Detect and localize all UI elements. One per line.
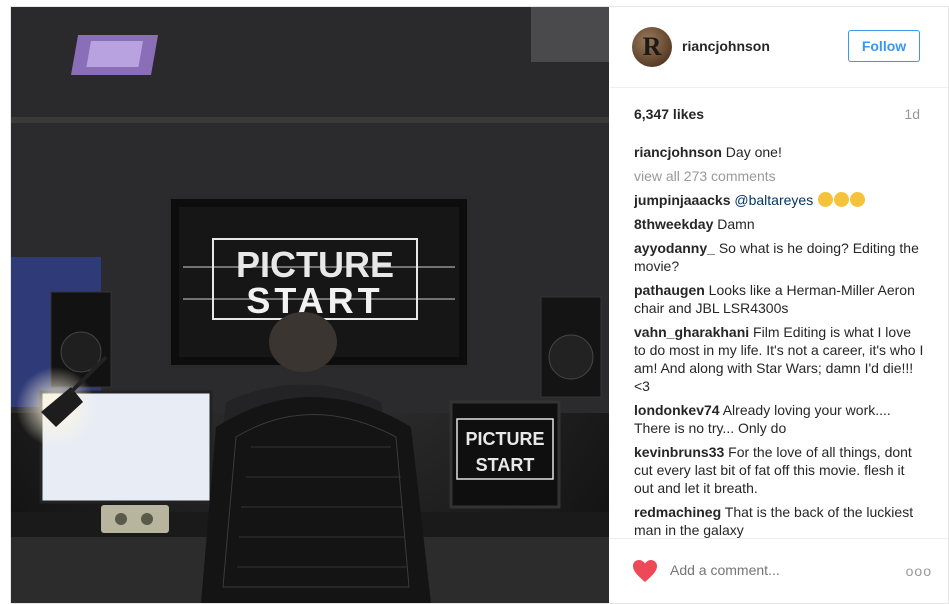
heart-icon[interactable]	[632, 559, 658, 583]
likes-count[interactable]: 6,347 likes	[634, 106, 704, 122]
post-header: R riancjohnson Follow	[610, 7, 948, 88]
comment-item: vahn_gharakhani Film Editing is what I l…	[634, 323, 924, 395]
comment-item: kevinbruns33 For the love of all things,…	[634, 443, 924, 497]
comment-item: 8thweekday Damn	[634, 215, 924, 233]
comment-user[interactable]: redmachineg	[634, 504, 721, 520]
more-options-icon[interactable]: ooo	[906, 563, 932, 579]
start-small-text: START	[476, 455, 535, 475]
view-all-comments-link[interactable]: view all 273 comments	[634, 167, 924, 185]
comment-item: pathaugen Looks like a Herman-Miller Aer…	[634, 281, 924, 317]
post-card: PICTURE START PICTURE START R riancjohns…	[10, 6, 949, 604]
comment-user[interactable]: pathaugen	[634, 282, 705, 298]
post-photo[interactable]: PICTURE START PICTURE START	[11, 7, 609, 603]
comment-item: londonkev74 Already loving your work....…	[634, 401, 924, 437]
post-footer: ooo	[610, 538, 948, 603]
picture-text: PICTURE	[236, 244, 394, 285]
comment-user[interactable]: vahn_gharakhani	[634, 324, 749, 340]
flushed-face-emoji-icon	[834, 192, 850, 207]
post-time[interactable]: 1d	[904, 106, 920, 122]
avatar[interactable]: R	[632, 27, 672, 67]
follow-button[interactable]: Follow	[848, 30, 920, 62]
comments-list: riancjohnson Day one! view all 273 comme…	[634, 143, 924, 539]
caption-text: Day one!	[725, 144, 782, 160]
comment-text: Damn	[717, 216, 755, 232]
comment-item: jumpinjaaacks @baltareyes	[634, 191, 924, 209]
username-link[interactable]: riancjohnson	[682, 38, 770, 54]
comment-user[interactable]: ayyodanny_	[634, 240, 715, 256]
comment-user[interactable]: jumpinjaaacks	[634, 192, 731, 208]
editing-room-image: PICTURE START PICTURE START	[11, 7, 609, 603]
comment-mention[interactable]: @baltareyes	[734, 192, 813, 208]
comment-user[interactable]: londonkev74	[634, 402, 720, 418]
comment-item: ayyodanny_ So what is he doing? Editing …	[634, 239, 924, 275]
caption-user[interactable]: riancjohnson	[634, 144, 722, 160]
comment-user[interactable]: 8thweekday	[634, 216, 713, 232]
add-comment-input[interactable]	[668, 561, 852, 579]
flushed-face-emoji-icon	[850, 192, 866, 207]
caption: riancjohnson Day one!	[634, 143, 924, 161]
post-sidebar: R riancjohnson Follow 6,347 likes 1d ria…	[610, 7, 948, 603]
picture-small-text: PICTURE	[465, 429, 544, 449]
comment-user[interactable]: kevinbruns33	[634, 444, 724, 460]
flushed-face-emoji-icon	[818, 192, 834, 207]
avatar-letter: R	[642, 32, 662, 61]
comment-item: redmachineg That is the back of the luck…	[634, 503, 924, 539]
